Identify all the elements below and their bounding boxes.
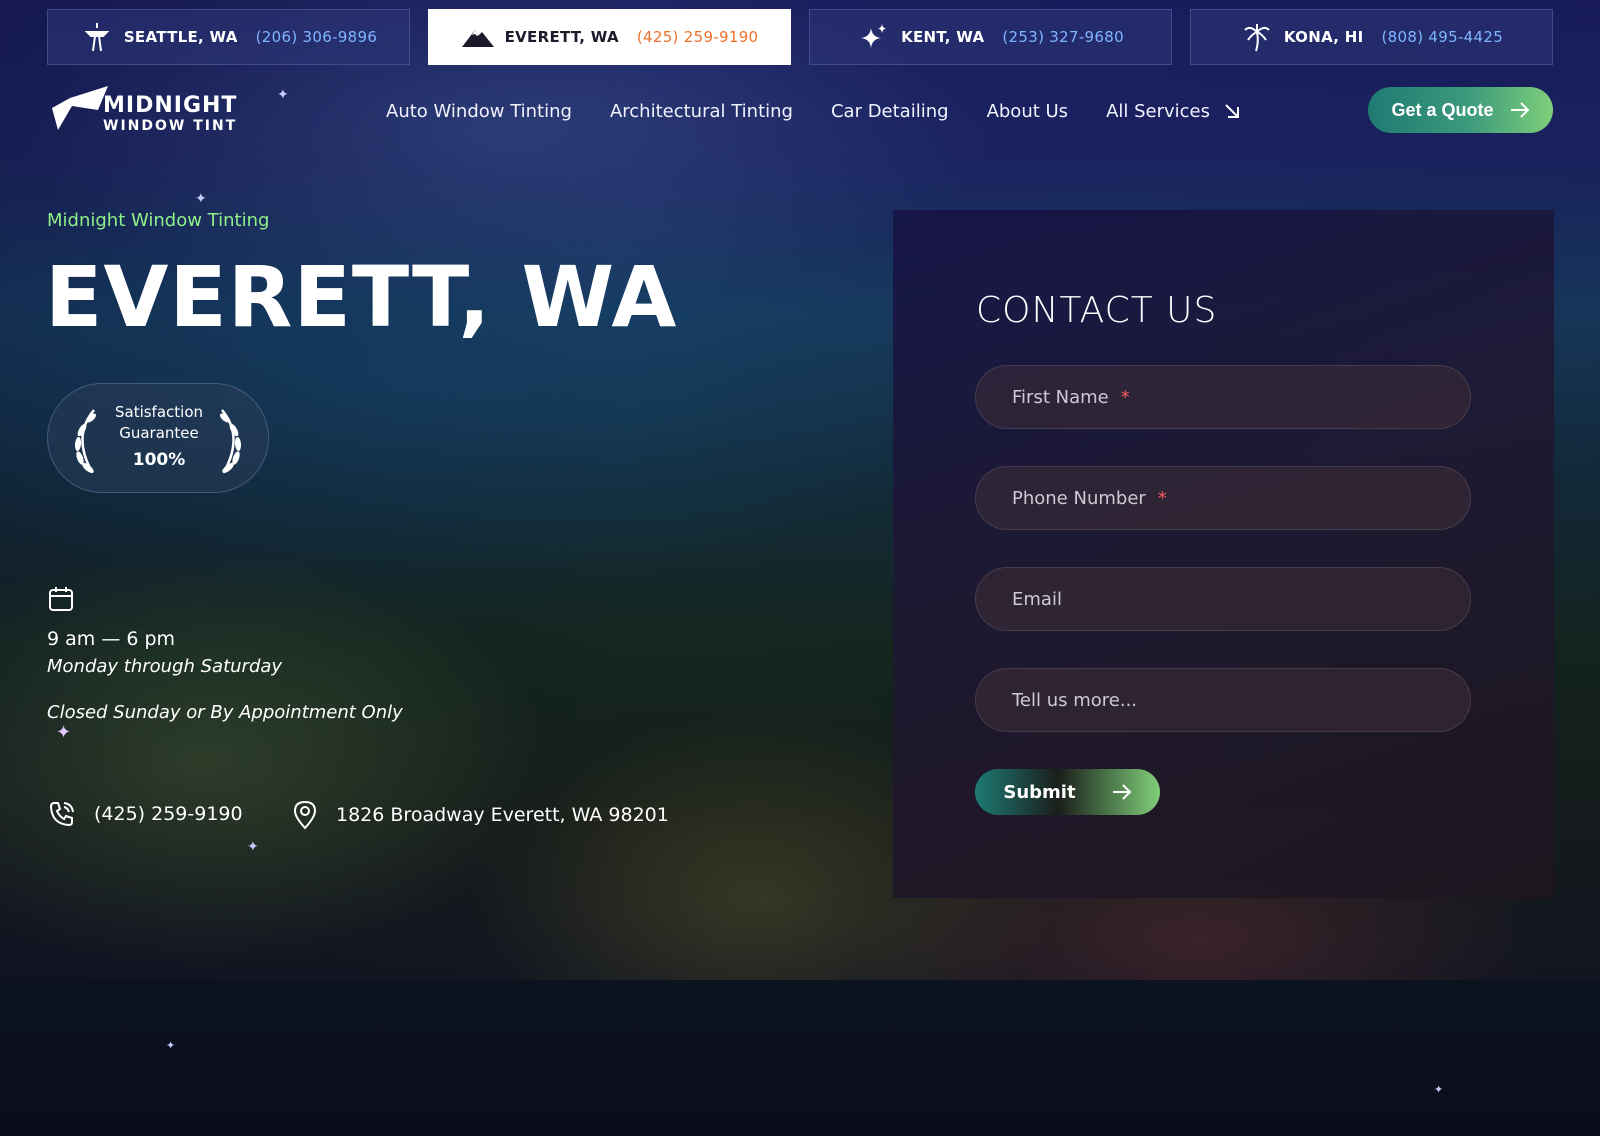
location-phone[interactable]: (808) 495-4425 — [1382, 28, 1504, 46]
sparkle-decoration: ✦ — [56, 722, 72, 743]
nav-architectural-tinting[interactable]: Architectural Tinting — [610, 96, 793, 126]
required-mark: * — [1157, 487, 1167, 509]
contact-form-panel: CONTACT US First Name * Phone Number * E… — [893, 210, 1554, 898]
nav-car-detailing[interactable]: Car Detailing — [831, 96, 949, 126]
first-name-placeholder: First Name — [1012, 386, 1109, 408]
location-bar: SEATTLE, WA (206) 306-9896 EVERETT, WA (… — [47, 9, 1553, 65]
map-pin-icon — [293, 800, 317, 830]
contact-form-title: CONTACT US — [976, 290, 1218, 331]
satisfaction-badge: Satisfaction Guarantee 100% — [47, 383, 269, 493]
hero-eyebrow: Midnight Window Tinting — [47, 210, 270, 231]
get-a-quote-button[interactable]: Get a Quote — [1368, 87, 1553, 133]
first-name-field[interactable]: First Name * — [975, 365, 1471, 429]
location-everett[interactable]: EVERETT, WA (425) 259-9190 — [428, 9, 791, 65]
message-placeholder: Tell us more... — [1012, 689, 1138, 711]
space-needle-icon — [80, 22, 114, 52]
location-phone[interactable]: (206) 306-9896 — [256, 28, 378, 46]
submit-button[interactable]: Submit — [975, 769, 1160, 815]
phone-number-placeholder: Phone Number — [1012, 487, 1146, 509]
location-kent[interactable]: KENT, WA (253) 327-9680 — [809, 9, 1172, 65]
badge-percent: 100% — [132, 450, 186, 470]
nav-auto-window-tinting[interactable]: Auto Window Tinting — [386, 96, 572, 126]
mountain-icon — [461, 22, 495, 52]
sparkle-decoration: ✦ — [195, 191, 207, 207]
email-field[interactable]: Email — [975, 567, 1471, 631]
phone-icon — [49, 802, 74, 827]
nav-about-us[interactable]: About Us — [987, 96, 1069, 126]
footer-strip — [0, 980, 1600, 1136]
sparkle-decoration: ✦ — [1434, 1083, 1444, 1096]
contact-phone-number: (425) 259-9190 — [94, 803, 243, 825]
location-phone[interactable]: (253) 327-9680 — [1002, 28, 1124, 46]
nav-all-services[interactable]: All Services — [1106, 96, 1240, 126]
business-days: Monday through Saturday — [47, 656, 283, 677]
palm-tree-icon — [1240, 22, 1274, 52]
location-phone[interactable]: (425) 259-9190 — [637, 28, 759, 46]
submit-label: Submit — [1003, 781, 1076, 803]
badge-line-1: Satisfaction — [114, 403, 204, 421]
calendar-icon — [49, 587, 73, 611]
arrow-right-icon — [1510, 102, 1529, 118]
closed-note: Closed Sunday or By Appointment Only — [47, 702, 403, 723]
location-seattle[interactable]: SEATTLE, WA (206) 306-9896 — [47, 9, 410, 65]
contact-address[interactable]: 1826 Broadway Everett, WA 98201 — [292, 800, 669, 830]
location-city: KENT, WA — [901, 28, 985, 46]
sparkle-decoration: ✦ — [277, 87, 289, 103]
contact-phone[interactable]: (425) 259-9190 — [48, 800, 243, 828]
logo[interactable]: MIDNIGHT WINDOW TINT — [48, 84, 268, 134]
nav-all-services-label: All Services — [1106, 100, 1211, 122]
email-placeholder: Email — [1012, 588, 1062, 610]
business-hours: 9 am — 6 pm — [47, 628, 176, 650]
required-mark: * — [1120, 386, 1130, 408]
main-nav: Auto Window Tinting Architectural Tintin… — [386, 96, 1240, 126]
location-city: SEATTLE, WA — [123, 28, 238, 46]
badge-line-2: Guarantee — [119, 424, 199, 442]
get-a-quote-label: Get a Quote — [1391, 99, 1494, 120]
location-city: KONA, HI — [1283, 28, 1364, 46]
sparkle-decoration: ✦ — [166, 1039, 176, 1052]
logo-word-1: MIDNIGHT — [103, 93, 237, 118]
page-title: EVERETT, WA — [45, 248, 678, 346]
arrow-down-right-icon — [1225, 104, 1240, 118]
message-field[interactable]: Tell us more... — [975, 668, 1471, 732]
location-kona[interactable]: KONA, HI (808) 495-4425 — [1190, 9, 1553, 65]
location-city: EVERETT, WA — [504, 28, 619, 46]
arrow-right-icon — [1112, 784, 1132, 800]
sparkle-icon — [857, 22, 891, 52]
phone-number-field[interactable]: Phone Number * — [975, 466, 1471, 530]
contact-address-text: 1826 Broadway Everett, WA 98201 — [336, 804, 669, 826]
sparkle-decoration: ✦ — [247, 839, 259, 855]
logo-word-2: WINDOW TINT — [103, 118, 237, 134]
